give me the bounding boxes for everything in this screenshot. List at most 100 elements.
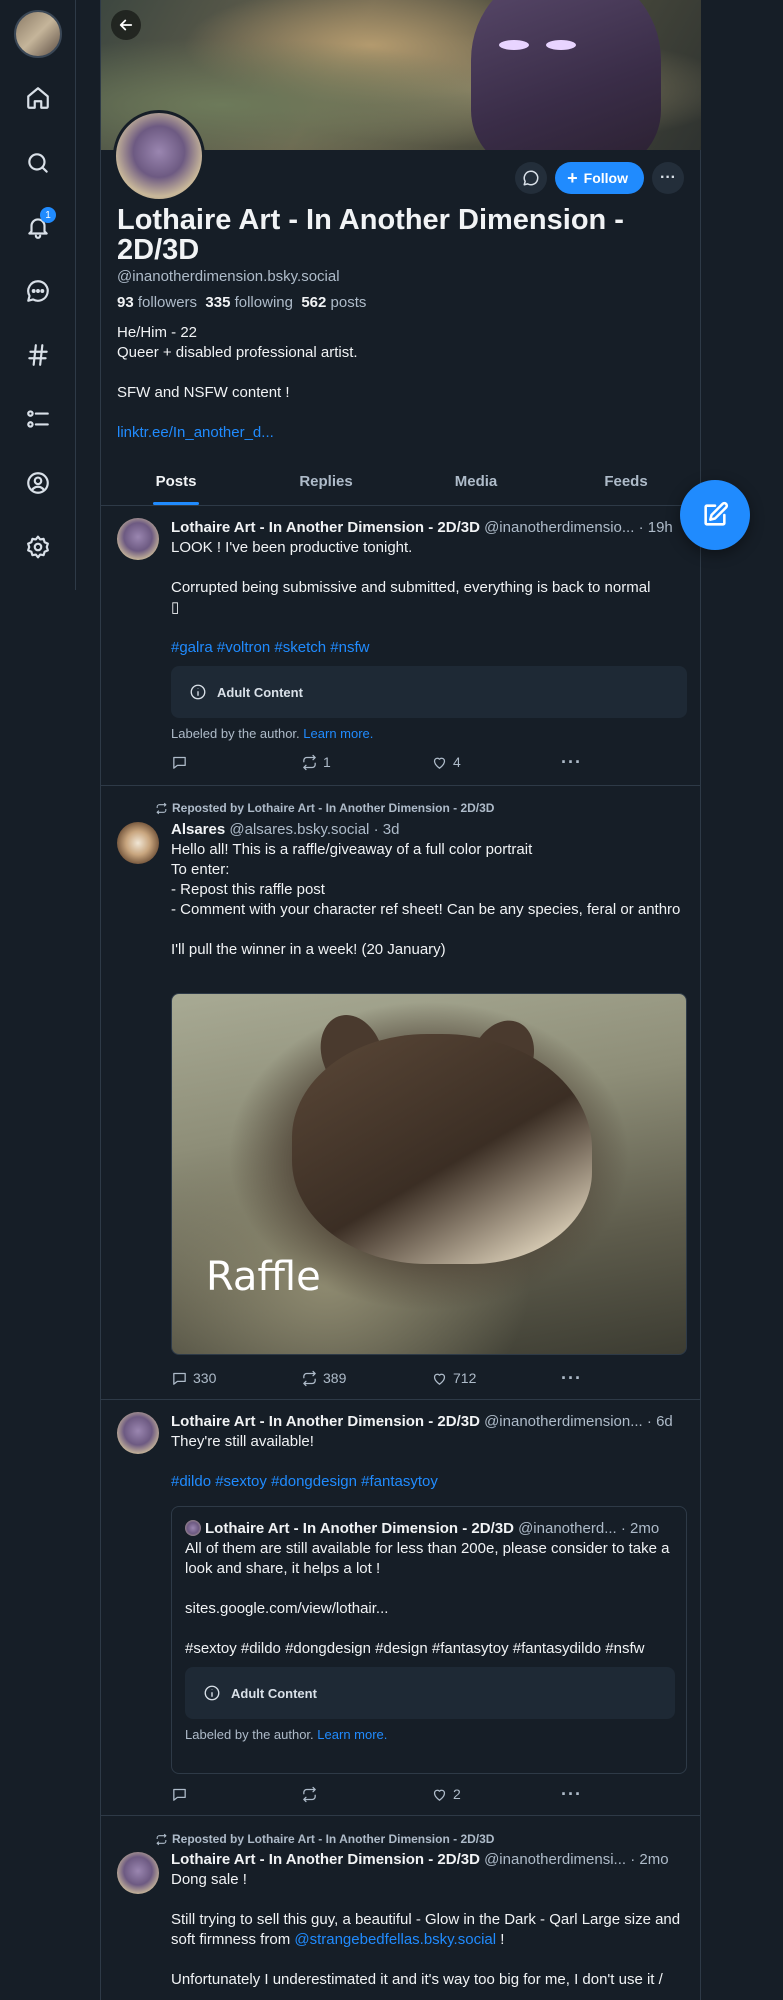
message-button[interactable]: [515, 162, 548, 194]
compose-post-button[interactable]: [680, 480, 750, 550]
post-body: Lothaire Art - In Another Dimension - 2D…: [171, 1412, 687, 1492]
adult-content-warning[interactable]: Adult Content: [171, 666, 687, 718]
quoted-post[interactable]: Lothaire Art - In Another Dimension - 2D…: [171, 1506, 687, 1774]
profile-tabs: Posts Replies Media Feeds: [101, 462, 701, 506]
settings-icon[interactable]: [22, 531, 54, 563]
bio-link[interactable]: linktr.ee/In_another_d...: [117, 423, 358, 443]
reply-button[interactable]: [171, 754, 301, 771]
arrow-left-icon: [119, 19, 133, 31]
repost-button[interactable]: 389: [301, 1370, 431, 1387]
heart-icon: [433, 757, 446, 769]
post-author-handle[interactable]: @inanotherdimensio...: [484, 519, 634, 536]
repost-icon: [156, 1833, 167, 1845]
repost-indicator[interactable]: Reposted by Lothaire Art - In Another Di…: [155, 801, 494, 815]
info-icon: [204, 1685, 220, 1701]
post-more-icon[interactable]: ···: [561, 1368, 582, 1389]
profile-avatar[interactable]: [113, 110, 205, 202]
profile-icon[interactable]: [22, 467, 54, 499]
profile-bio: He/Him - 22 Queer + disabled professiona…: [117, 323, 358, 443]
heart-icon: [433, 1373, 446, 1385]
tab-replies[interactable]: Replies: [251, 462, 401, 505]
post-author-name[interactable]: Alsares: [171, 821, 225, 838]
back-button[interactable]: [111, 10, 141, 40]
follow-button[interactable]: + Follow: [555, 162, 644, 194]
feed-post[interactable]: Reposted by Lothaire Art - In Another Di…: [101, 1816, 701, 2000]
post-controls: 330 389 712 ···: [171, 1368, 591, 1388]
feeds-hash-icon[interactable]: [22, 339, 54, 371]
repost-indicator[interactable]: Reposted by Lothaire Art - In Another Di…: [155, 1832, 494, 1846]
quoted-author-avatar: [185, 1520, 201, 1536]
repost-button[interactable]: 1: [301, 754, 431, 771]
post-image[interactable]: Raffle: [171, 993, 687, 1355]
post-hashtags[interactable]: #dildo #sextoy #dongdesign #fantasytoy: [171, 1472, 687, 1492]
notifications-icon[interactable]: 1: [22, 207, 56, 243]
post-hashtags[interactable]: #galra #voltron #sketch #nsfw: [171, 638, 687, 658]
profile-actions: + Follow ···: [515, 162, 684, 194]
reply-icon: [173, 1788, 186, 1801]
post-author-handle[interactable]: @inanotherdimensi...: [484, 1851, 626, 1868]
bio-line: He/Him - 22: [117, 324, 198, 341]
post-author-name[interactable]: Lothaire Art - In Another Dimension - 2D…: [171, 519, 480, 536]
post-author-avatar[interactable]: [117, 518, 159, 560]
tab-media[interactable]: Media: [401, 462, 551, 505]
post-author-avatar[interactable]: [117, 1852, 159, 1894]
post-author-avatar[interactable]: [117, 822, 159, 864]
main-column: + Follow ··· Lothaire Art - In Another D…: [100, 0, 701, 2000]
post-more-icon[interactable]: ···: [561, 752, 582, 773]
post-header: Lothaire Art - In Another Dimension - 2D…: [171, 518, 687, 538]
repost-button[interactable]: [301, 1786, 431, 1803]
post-timestamp[interactable]: · 2mo: [630, 1851, 668, 1868]
post-author-avatar[interactable]: [117, 1412, 159, 1454]
post-emoji: ▯: [171, 599, 180, 616]
quoted-author-name: Lothaire Art - In Another Dimension - 2D…: [205, 1520, 514, 1537]
raffle-image-text: Raffle: [206, 1254, 321, 1300]
adult-content-warning[interactable]: Adult Content: [185, 1667, 675, 1719]
post-timestamp[interactable]: · 3d: [374, 821, 400, 838]
post-text: Corrupted being submissive and submitted…: [171, 579, 651, 596]
more-options-button[interactable]: ···: [652, 162, 684, 194]
lists-icon[interactable]: [22, 403, 54, 435]
repost-icon: [303, 1786, 316, 1802]
following-link[interactable]: 335 following: [205, 294, 293, 311]
raffle-art-figure: [292, 1034, 592, 1264]
post-author-handle[interactable]: @alsares.bsky.social: [229, 821, 369, 838]
post-author-name[interactable]: Lothaire Art - In Another Dimension - 2D…: [171, 1851, 480, 1868]
post-author-handle[interactable]: @inanotherdimension...: [484, 1413, 643, 1430]
feed-post[interactable]: Lothaire Art - In Another Dimension - 2D…: [101, 506, 701, 786]
post-more-icon[interactable]: ···: [561, 1784, 582, 1805]
mention-link[interactable]: @strangebedfellas.bsky.social: [294, 1931, 496, 1948]
reply-button[interactable]: [171, 1786, 301, 1803]
chat-icon[interactable]: [22, 275, 54, 307]
search-icon[interactable]: [22, 147, 54, 179]
quoted-post-header: Lothaire Art - In Another Dimension - 2D…: [185, 1519, 675, 1539]
reply-button[interactable]: 330: [171, 1370, 301, 1387]
feed-post[interactable]: Lothaire Art - In Another Dimension - 2D…: [101, 1400, 701, 1816]
post-text: Dong sale !: [171, 1871, 247, 1888]
label-notice: Labeled by the author. Learn more.: [171, 726, 374, 741]
post-text: They're still available!: [171, 1433, 314, 1450]
post-text: Unfortunately I underestimated it and it…: [171, 1971, 663, 1988]
post-controls: 1 4 ···: [171, 752, 591, 772]
learn-more-link[interactable]: Learn more.: [317, 1727, 387, 1742]
quoted-post-body: Lothaire Art - In Another Dimension - 2D…: [185, 1519, 675, 1742]
compose-icon: [704, 501, 729, 526]
bio-line: SFW and NSFW content !: [117, 384, 290, 401]
like-button[interactable]: 712: [431, 1370, 561, 1387]
heart-icon: [433, 1789, 446, 1801]
current-user-avatar[interactable]: [14, 10, 62, 58]
like-button[interactable]: 4: [431, 754, 561, 771]
tab-posts[interactable]: Posts: [101, 462, 251, 505]
post-timestamp[interactable]: · 6d: [647, 1413, 673, 1430]
adult-content-label: Adult Content: [231, 1685, 317, 1701]
home-icon[interactable]: [22, 82, 54, 114]
feed-post[interactable]: Reposted by Lothaire Art - In Another Di…: [101, 786, 701, 1400]
post-author-name[interactable]: Lothaire Art - In Another Dimension - 2D…: [171, 1413, 480, 1430]
post-body: Lothaire Art - In Another Dimension - 2D…: [171, 1850, 687, 1990]
notification-badge: 1: [40, 207, 56, 223]
post-timestamp[interactable]: · 19h: [639, 519, 673, 536]
like-button[interactable]: 2: [431, 1786, 561, 1803]
followers-link[interactable]: 93 followers: [117, 294, 197, 311]
tab-feeds[interactable]: Feeds: [551, 462, 701, 505]
plus-icon: +: [567, 168, 578, 188]
learn-more-link[interactable]: Learn more.: [303, 726, 373, 741]
